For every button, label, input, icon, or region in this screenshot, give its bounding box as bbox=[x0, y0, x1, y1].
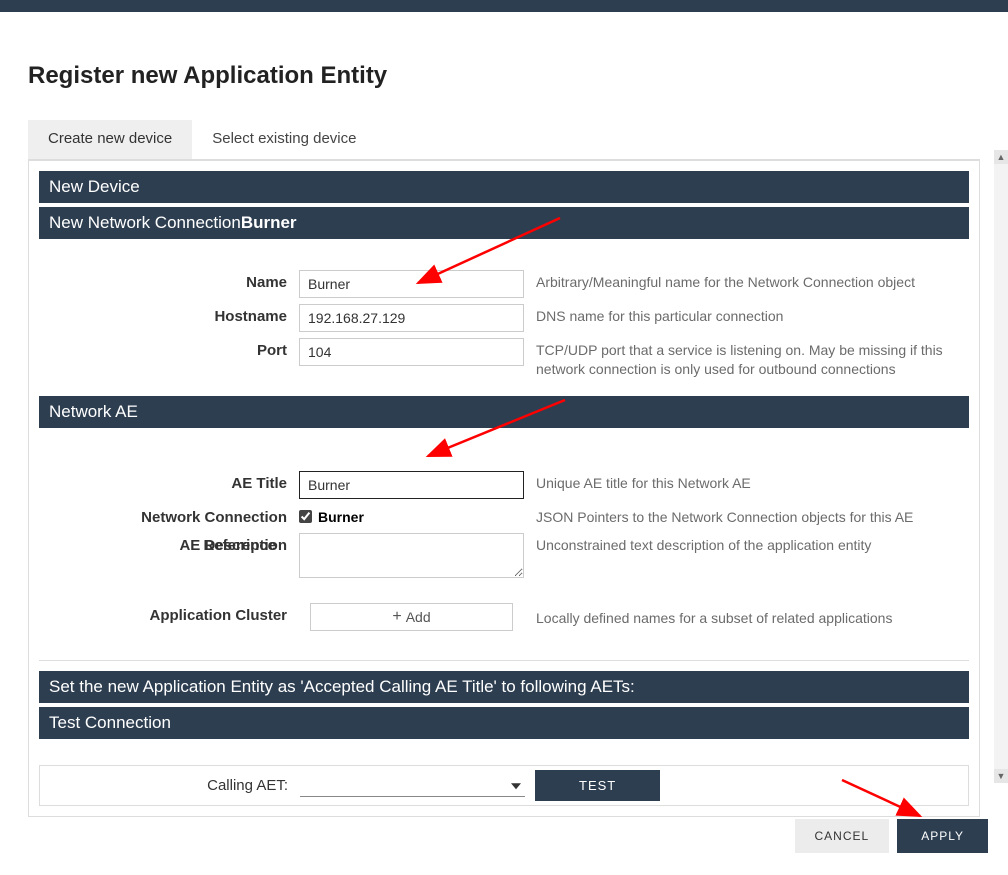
calling-aet-select[interactable] bbox=[300, 774, 525, 797]
label-hostname: Hostname bbox=[39, 304, 299, 325]
tab-create-new-device[interactable]: Create new device bbox=[28, 120, 192, 159]
row-network-connection: Network Connection Burner JSON Pointers … bbox=[39, 502, 969, 530]
label-network-connection: Network Connection bbox=[39, 505, 299, 526]
row-name: Name Arbitrary/Meaningful name for the N… bbox=[39, 267, 969, 301]
row-port: Port TCP/UDP port that a service is list… bbox=[39, 335, 969, 382]
input-name[interactable] bbox=[299, 270, 524, 298]
top-bar bbox=[0, 0, 1008, 12]
section-new-network-connection[interactable]: New Network ConnectionBurner bbox=[39, 207, 969, 239]
page-container: Register new Application Entity Create n… bbox=[0, 12, 1008, 827]
calling-aet-select-wrap[interactable] bbox=[300, 774, 525, 797]
row-hostname: Hostname DNS name for this particular co… bbox=[39, 301, 969, 335]
input-hostname[interactable] bbox=[299, 304, 524, 332]
section-network-ae[interactable]: Network AE bbox=[39, 396, 969, 428]
plus-icon: + bbox=[392, 609, 401, 625]
apply-button[interactable]: APPLY bbox=[897, 819, 988, 853]
scroll-up-icon[interactable]: ▲ bbox=[994, 150, 1008, 164]
textarea-ae-description[interactable] bbox=[299, 533, 524, 578]
add-application-cluster-button[interactable]: + Add bbox=[310, 603, 513, 631]
cancel-button[interactable]: CANCEL bbox=[795, 819, 890, 853]
section-new-conn-name: Burner bbox=[241, 213, 297, 232]
label-application-cluster: Application Cluster bbox=[39, 603, 299, 624]
label-ae-title: AE Title bbox=[39, 471, 299, 492]
dialog-actions: CANCEL APPLY bbox=[795, 819, 989, 853]
row-application-cluster: Application Cluster + Add Locally define… bbox=[39, 600, 969, 634]
label-ae-desc-overlay: Reference bbox=[203, 537, 276, 554]
input-ae-title[interactable] bbox=[299, 471, 524, 499]
help-hostname: DNS name for this particular connection bbox=[524, 304, 969, 326]
help-port: TCP/UDP port that a service is listening… bbox=[524, 338, 969, 379]
checkbox-network-connection-burner[interactable]: Burner bbox=[299, 505, 524, 525]
label-name: Name bbox=[39, 270, 299, 291]
row-ae-title: AE Title Unique AE title for this Networ… bbox=[39, 468, 969, 502]
test-button[interactable]: TEST bbox=[535, 770, 660, 801]
label-calling-aet: Calling AET: bbox=[40, 777, 300, 794]
section-new-conn-prefix: New Network Connection bbox=[49, 213, 241, 232]
help-name: Arbitrary/Meaningful name for the Networ… bbox=[524, 270, 969, 292]
label-ae-description: AE Description Reference bbox=[39, 533, 299, 554]
page-title: Register new Application Entity bbox=[28, 62, 980, 90]
input-port[interactable] bbox=[299, 338, 524, 366]
help-network-connection: JSON Pointers to the Network Connection … bbox=[524, 505, 969, 527]
new-connection-form: Name Arbitrary/Meaningful name for the N… bbox=[39, 239, 969, 394]
divider bbox=[39, 660, 969, 661]
add-label: Add bbox=[406, 609, 431, 625]
tabs: Create new device Select existing device bbox=[28, 120, 980, 160]
checkbox-input-burner[interactable] bbox=[299, 510, 312, 523]
scroll-down-icon[interactable]: ▼ bbox=[994, 769, 1008, 783]
form-panel: New Device New Network ConnectionBurner … bbox=[28, 160, 980, 817]
help-ae-title: Unique AE title for this Network AE bbox=[524, 471, 969, 493]
section-test-connection[interactable]: Test Connection bbox=[39, 707, 969, 739]
test-connection-row: Calling AET: TEST bbox=[39, 765, 969, 806]
section-new-device[interactable]: New Device bbox=[39, 171, 969, 203]
help-application-cluster: Locally defined names for a subset of re… bbox=[524, 603, 969, 628]
network-ae-form: AE Title Unique AE title for this Networ… bbox=[39, 428, 969, 646]
checkbox-label-burner: Burner bbox=[318, 509, 364, 525]
scrollbar[interactable]: ▲ ▼ bbox=[994, 150, 1008, 783]
section-accepted-calling-ae[interactable]: Set the new Application Entity as 'Accep… bbox=[39, 671, 969, 703]
help-ae-description: Unconstrained text description of the ap… bbox=[524, 533, 969, 555]
tab-select-existing-device[interactable]: Select existing device bbox=[192, 120, 376, 159]
label-port: Port bbox=[39, 338, 299, 359]
row-ae-description: AE Description Reference Unconstrained t… bbox=[39, 530, 969, 586]
